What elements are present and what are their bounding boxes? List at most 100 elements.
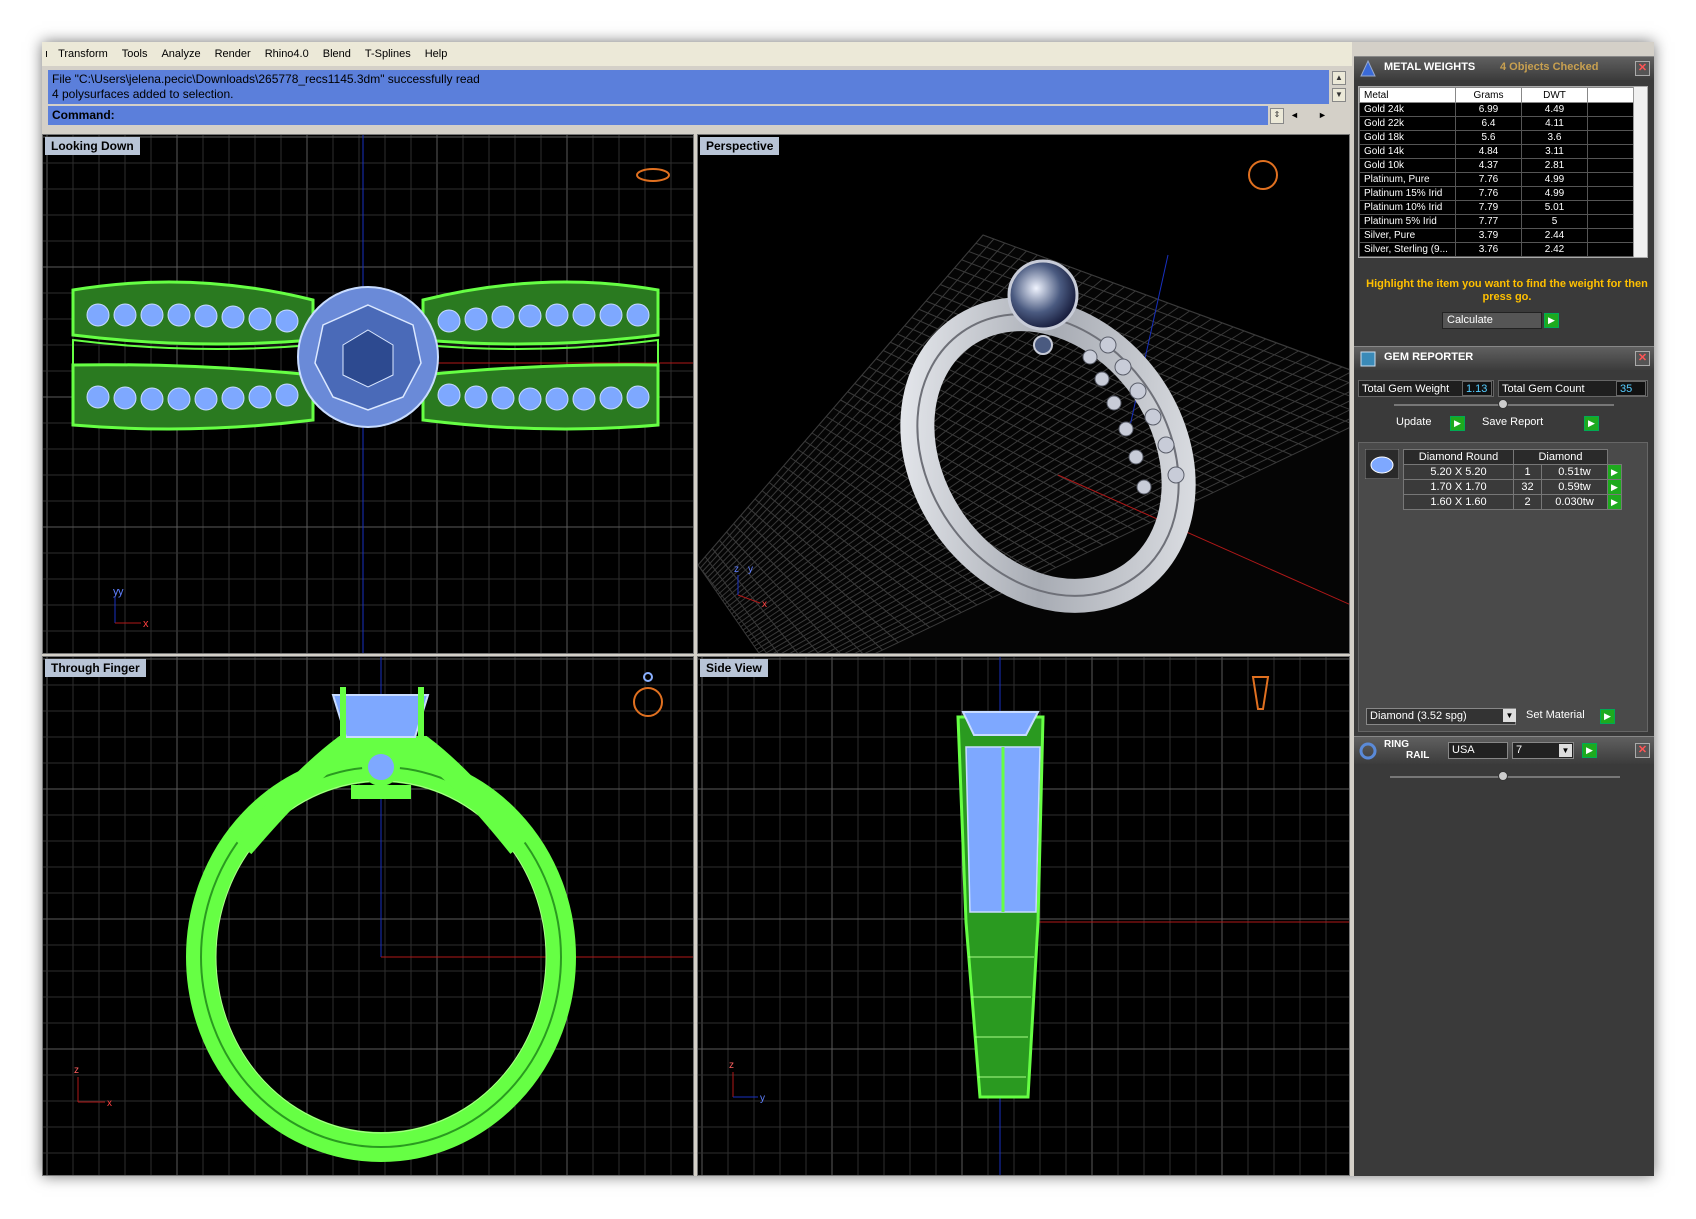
table-cell: 7.76 [1455, 186, 1522, 201]
gem-row-go-button[interactable]: ▶ [1607, 464, 1622, 480]
menu-item-truncated[interactable]: ı [42, 48, 51, 60]
close-icon[interactable]: ✕ [1635, 743, 1650, 758]
viewport-title[interactable]: Perspective [700, 137, 780, 155]
menu-bar: ı Transform Tools Analyze Render Rhino4.… [42, 42, 1352, 66]
command-area: File "C:\Users\jelena.pecic\Downloads\26… [44, 68, 1350, 130]
viewport-looking-down[interactable]: Looking Down y y x [42, 134, 694, 654]
command-history: File "C:\Users\jelena.pecic\Downloads\26… [48, 70, 1329, 104]
viewport-perspective[interactable]: Perspective z y x [697, 134, 1350, 654]
metal-table-scrollbar[interactable] [1633, 87, 1647, 257]
table-row[interactable]: Gold 14k 4.84 3.11 [1359, 144, 1634, 159]
menu-item-render[interactable]: Render [208, 48, 258, 60]
table-row[interactable]: Platinum 10% Irid 7.79 5.01 [1359, 200, 1634, 215]
gem-row-go-button[interactable]: ▶ [1607, 494, 1622, 510]
table-row[interactable]: Platinum, Pure 7.76 4.99 [1359, 172, 1634, 187]
gem-reporter-header: GEM REPORTER ✕ [1354, 346, 1654, 370]
table-row[interactable]: Gold 18k 5.6 3.6 [1359, 130, 1634, 145]
table-cell: 7.76 [1455, 172, 1522, 187]
column-header[interactable]: Diamond [1513, 449, 1608, 465]
command-next-arrow-icon[interactable]: ► [1318, 110, 1327, 120]
command-spin-button[interactable]: ⇕ [1270, 108, 1284, 124]
metal-instruction-text: Highlight the item you want to find the … [1366, 278, 1648, 303]
table-cell: 6.4 [1455, 116, 1522, 131]
viewport-title[interactable]: Through Finger [45, 659, 146, 677]
table-row[interactable]: 1.70 X 1.70 32 0.59tw ▶ [1403, 479, 1622, 495]
gem-slider-thumb[interactable] [1498, 399, 1508, 409]
close-icon[interactable]: ✕ [1635, 61, 1650, 76]
ring-rail-slider-thumb[interactable] [1498, 771, 1508, 781]
table-cell-blank [1587, 116, 1634, 131]
total-gem-weight-value: 1.13 [1462, 381, 1492, 396]
menu-item-tsplines[interactable]: T-Splines [358, 48, 418, 60]
viewport-through-finger[interactable]: Through Finger z x [42, 656, 694, 1176]
svg-text:y: y [748, 564, 753, 575]
close-icon[interactable]: ✕ [1635, 351, 1650, 366]
set-material-button[interactable]: Set Material [1522, 708, 1598, 725]
table-cell: Silver, Sterling (9... [1359, 242, 1456, 257]
table-cell: Platinum 10% Irid [1359, 200, 1456, 215]
calculate-button[interactable]: Calculate [1442, 312, 1542, 329]
table-cell: 1.60 X 1.60 [1403, 494, 1514, 510]
table-row[interactable]: Gold 10k 4.37 2.81 [1359, 158, 1634, 173]
column-header[interactable]: Diamond Round [1403, 449, 1514, 465]
gem-row-go-button[interactable]: ▶ [1607, 479, 1622, 495]
menu-item-tools[interactable]: Tools [115, 48, 155, 60]
svg-text:z: z [729, 1060, 734, 1071]
chevron-down-icon[interactable]: ▼ [1559, 744, 1572, 757]
table-cell: Silver, Pure [1359, 228, 1456, 243]
table-cell: 32 [1513, 479, 1542, 495]
table-cell: 2.42 [1521, 242, 1588, 257]
viewport-side-view[interactable]: Side View z y [697, 656, 1350, 1176]
table-cell: 7.79 [1455, 200, 1522, 215]
viewport-title[interactable]: Looking Down [45, 137, 140, 155]
menu-item-help[interactable]: Help [418, 48, 455, 60]
set-material-go-button[interactable]: ▶ [1600, 709, 1615, 724]
ring-rail-go-button[interactable]: ▶ [1582, 743, 1597, 758]
table-cell: 6.99 [1455, 102, 1522, 117]
table-cell: Platinum 15% Irid [1359, 186, 1456, 201]
table-cell: 2.44 [1521, 228, 1588, 243]
table-cell: 3.76 [1455, 242, 1522, 257]
table-row[interactable]: Silver, Pure 3.79 2.44 [1359, 228, 1634, 243]
table-cell: 5 [1521, 214, 1588, 229]
menu-item-analyze[interactable]: Analyze [154, 48, 207, 60]
table-row[interactable]: Platinum 5% Irid 7.77 5 [1359, 214, 1634, 229]
column-header-blank [1587, 87, 1634, 103]
history-scroll-down-button[interactable]: ▼ [1332, 88, 1346, 102]
table-row[interactable]: Silver, Sterling (9... 3.76 2.42 [1359, 242, 1634, 257]
viewport-title[interactable]: Side View [700, 659, 768, 677]
save-report-go-button[interactable]: ▶ [1584, 416, 1599, 431]
table-cell: 0.030tw [1541, 494, 1608, 510]
ring-region-select[interactable]: USA [1448, 742, 1508, 759]
table-row[interactable]: 1.60 X 1.60 2 0.030tw ▶ [1403, 494, 1622, 510]
table-row[interactable]: Platinum 15% Irid 7.76 4.99 [1359, 186, 1634, 201]
column-header[interactable]: DWT [1521, 87, 1588, 103]
table-cell: 4.99 [1521, 186, 1588, 201]
table-cell-blank [1587, 200, 1634, 215]
menu-item-rhino4[interactable]: Rhino4.0 [258, 48, 316, 60]
column-header[interactable]: Metal [1359, 87, 1456, 103]
ring-wireframe-front: z x [74, 657, 693, 1162]
history-scroll-up-button[interactable]: ▲ [1332, 71, 1346, 85]
chevron-down-icon[interactable]: ▼ [1503, 709, 1516, 722]
material-select[interactable]: Diamond (3.52 spg) [1366, 708, 1516, 725]
menu-item-transform[interactable]: Transform [51, 48, 115, 60]
menu-item-blend[interactable]: Blend [316, 48, 358, 60]
table-row[interactable]: Gold 22k 6.4 4.11 [1359, 116, 1634, 131]
update-go-button[interactable]: ▶ [1450, 416, 1465, 431]
column-header[interactable]: Grams [1455, 87, 1522, 103]
table-cell-blank [1587, 172, 1634, 187]
table-cell: 4.37 [1455, 158, 1522, 173]
ring-rail-title-line1: RING [1384, 739, 1409, 750]
command-input[interactable]: Command: [48, 106, 1268, 125]
objects-checked-status: 4 Objects Checked [1500, 61, 1599, 73]
table-cell: 4.84 [1455, 144, 1522, 159]
calculate-go-button[interactable]: ▶ [1544, 313, 1559, 328]
table-row[interactable]: Gold 24k 6.99 4.49 [1359, 102, 1634, 117]
save-report-button[interactable]: Save Report [1478, 415, 1582, 432]
table-row[interactable]: 5.20 X 5.20 1 0.51tw ▶ [1403, 464, 1622, 480]
command-prev-arrow-icon[interactable]: ◄ [1290, 110, 1299, 120]
update-button[interactable]: Update [1392, 415, 1448, 432]
table-cell: 0.51tw [1541, 464, 1608, 480]
ring-wireframe-top: y y x [71, 135, 693, 653]
